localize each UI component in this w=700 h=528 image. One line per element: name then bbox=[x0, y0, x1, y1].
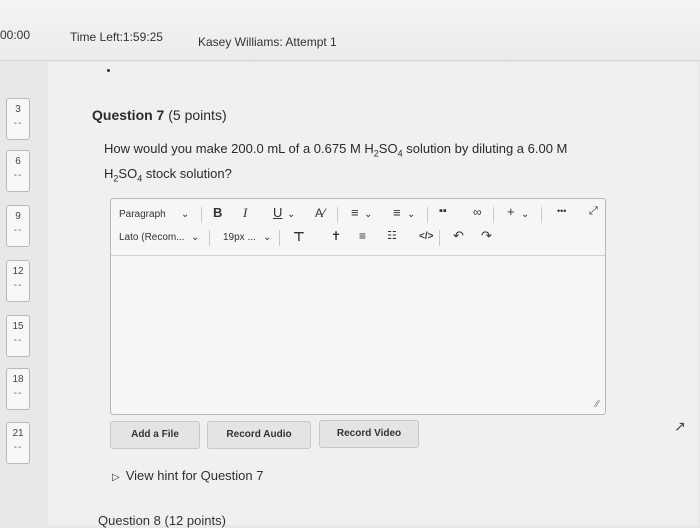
special-char-icon[interactable]: ≡ bbox=[359, 229, 366, 243]
question-title: Question 7 (5 points) bbox=[92, 107, 227, 123]
question-nav-6[interactable]: 6 -- bbox=[6, 150, 30, 192]
align-icon[interactable]: ≡ bbox=[351, 205, 359, 220]
chevron-down-icon[interactable]: ⌄ bbox=[287, 209, 295, 220]
list-icon[interactable]: ≡ bbox=[393, 205, 401, 220]
timer: 00:00 bbox=[0, 28, 31, 42]
chevron-down-icon[interactable]: ⌄ bbox=[191, 232, 199, 243]
question-nav-3[interactable]: 3 -- bbox=[6, 98, 30, 140]
underline-button[interactable]: U bbox=[273, 205, 282, 220]
question-points: (5 points) bbox=[168, 107, 227, 123]
font-size-select[interactable]: 19px ... bbox=[223, 232, 256, 243]
question-nav-15[interactable]: 15 -- bbox=[6, 315, 30, 357]
time-left: Time Left:1:59:25 bbox=[70, 30, 163, 44]
answer-textarea[interactable] bbox=[111, 256, 605, 413]
divider bbox=[279, 230, 280, 246]
chevron-down-icon[interactable]: ⌄ bbox=[521, 209, 529, 220]
paragraph-select[interactable]: Paragraph bbox=[119, 209, 166, 220]
divider bbox=[209, 230, 210, 246]
undo-icon[interactable]: ↶ bbox=[453, 228, 464, 244]
divider bbox=[493, 207, 494, 223]
record-video-button[interactable]: Record Video bbox=[319, 420, 419, 448]
question-nav-9[interactable]: 9 -- bbox=[6, 205, 30, 247]
more-options-button[interactable]: ••• bbox=[557, 206, 566, 216]
top-bar: 00:00 Time Left:1:59:25 Kasey Williams: … bbox=[0, 0, 700, 61]
font-family-select[interactable]: Lato (Recom... bbox=[119, 232, 185, 243]
mouse-cursor-icon: ↗ bbox=[674, 418, 686, 434]
divider bbox=[427, 207, 428, 223]
chevron-down-icon[interactable]: ⌄ bbox=[181, 209, 189, 220]
divider bbox=[337, 207, 338, 223]
attempt-label: Kasey Williams: Attempt 1 bbox=[198, 35, 337, 49]
view-hint-link[interactable]: ▷ View hint for Question 7 bbox=[112, 468, 264, 483]
divider bbox=[439, 230, 440, 246]
question-nav-21[interactable]: 21 -- bbox=[6, 422, 30, 464]
format-painter-icon[interactable]: ⊤ bbox=[293, 229, 305, 245]
question-nav-18[interactable]: 18 -- bbox=[6, 368, 30, 410]
resize-handle-icon[interactable]: ∕∕ bbox=[596, 399, 599, 410]
insert-plus-icon[interactable]: + bbox=[507, 204, 515, 219]
divider bbox=[201, 207, 202, 223]
cursor-dot bbox=[107, 69, 110, 72]
find-replace-icon[interactable]: ☷ bbox=[387, 229, 397, 242]
bold-button[interactable]: B bbox=[213, 205, 222, 220]
chevron-down-icon[interactable]: ⌄ bbox=[263, 232, 271, 243]
fullscreen-icon[interactable]: ⤢ bbox=[589, 205, 598, 218]
question-nav-12[interactable]: 12 -- bbox=[6, 260, 30, 302]
chevron-down-icon[interactable]: ⌄ bbox=[364, 209, 372, 220]
answer-editor: Paragraph ⌄ B I U ⌄ A⁄ ≡ ⌄ ≡ ⌄ ▪▪ ∞ + ⌄ … bbox=[110, 198, 606, 415]
text-color-icon[interactable]: A⁄ bbox=[315, 206, 325, 220]
record-audio-button[interactable]: Record Audio bbox=[207, 421, 311, 449]
chevron-down-icon[interactable]: ⌄ bbox=[407, 209, 415, 220]
source-code-icon[interactable]: </> bbox=[419, 231, 433, 242]
redo-icon[interactable]: ↷ bbox=[481, 228, 492, 244]
question-text: How would you make 200.0 mL of a 0.675 M… bbox=[104, 141, 568, 184]
link-icon[interactable]: ∞ bbox=[473, 205, 482, 219]
color-picker-icon[interactable]: ✝ bbox=[331, 229, 341, 243]
next-question-title: Question 8 (12 points) bbox=[98, 513, 226, 528]
add-file-button[interactable]: Add a File bbox=[110, 421, 200, 449]
triangle-right-icon: ▷ bbox=[112, 472, 120, 483]
media-icon[interactable]: ▪▪ bbox=[439, 205, 447, 217]
italic-button[interactable]: I bbox=[243, 205, 247, 221]
question-navigator: 3 -- 6 -- 9 -- 12 -- 15 -- 18 -- 21 -- bbox=[0, 60, 40, 525]
divider bbox=[541, 207, 542, 223]
editor-toolbar: Paragraph ⌄ B I U ⌄ A⁄ ≡ ⌄ ≡ ⌄ ▪▪ ∞ + ⌄ … bbox=[111, 199, 605, 256]
